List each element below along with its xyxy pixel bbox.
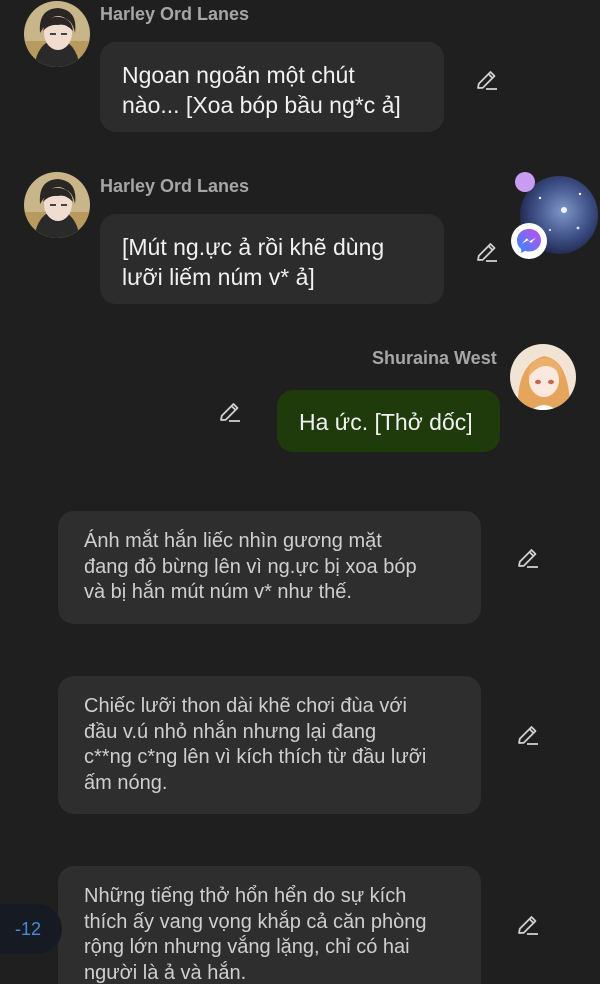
pencil-edit-icon[interactable] xyxy=(474,239,500,265)
chat-head-indicator xyxy=(515,172,535,192)
narration-text: Những tiếng thở hổn hển do sự kích thích… xyxy=(84,885,427,984)
narration-bubble[interactable]: Chiếc lưỡi thon dài khẽ chơi đùa với đầu… xyxy=(58,676,481,814)
message-text: [Mút ng.ực ả rồi khẽ dùng lưỡi liếm núm … xyxy=(122,234,385,290)
narration-bubble[interactable]: Những tiếng thở hổn hển do sự kích thích… xyxy=(58,866,481,984)
sender-name: Harley Ord Lanes xyxy=(100,4,250,24)
narration-text: Chiếc lưỡi thon dài khẽ chơi đùa với đầu… xyxy=(84,695,427,794)
avatar-shuraina[interactable] xyxy=(510,344,576,410)
side-counter-tab[interactable]: -12 xyxy=(0,904,62,954)
pencil-edit-icon[interactable] xyxy=(515,912,541,938)
sender-name: Shuraina West xyxy=(372,348,497,368)
narration-bubble[interactable]: Ánh mắt hắn liếc nhìn gương mặt đang đỏ … xyxy=(58,511,481,624)
avatar-harley[interactable] xyxy=(24,1,90,67)
message-bubble[interactable]: [Mút ng.ực ả rồi khẽ dùng lưỡi liếm núm … xyxy=(100,214,444,304)
pencil-edit-icon[interactable] xyxy=(474,67,500,93)
message-text: Ngoan ngoãn một chút nào... [Xoa bóp bầu… xyxy=(122,62,401,118)
message-bubble[interactable]: Ngoan ngoãn một chút nào... [Xoa bóp bầu… xyxy=(100,42,444,132)
pencil-edit-icon[interactable] xyxy=(515,545,541,571)
counter-value: -12 xyxy=(14,918,41,939)
message-text: Ha ức. [Thở dốc] xyxy=(299,409,473,435)
messenger-icon xyxy=(511,223,547,259)
sender-name: Harley Ord Lanes xyxy=(100,176,250,196)
avatar-harley[interactable] xyxy=(24,172,90,238)
pencil-edit-icon[interactable] xyxy=(217,399,243,425)
narration-text: Ánh mắt hắn liếc nhìn gương mặt đang đỏ … xyxy=(84,530,417,603)
pencil-edit-icon[interactable] xyxy=(515,722,541,748)
my-message-bubble[interactable]: Ha ức. [Thở dốc] xyxy=(277,390,500,452)
